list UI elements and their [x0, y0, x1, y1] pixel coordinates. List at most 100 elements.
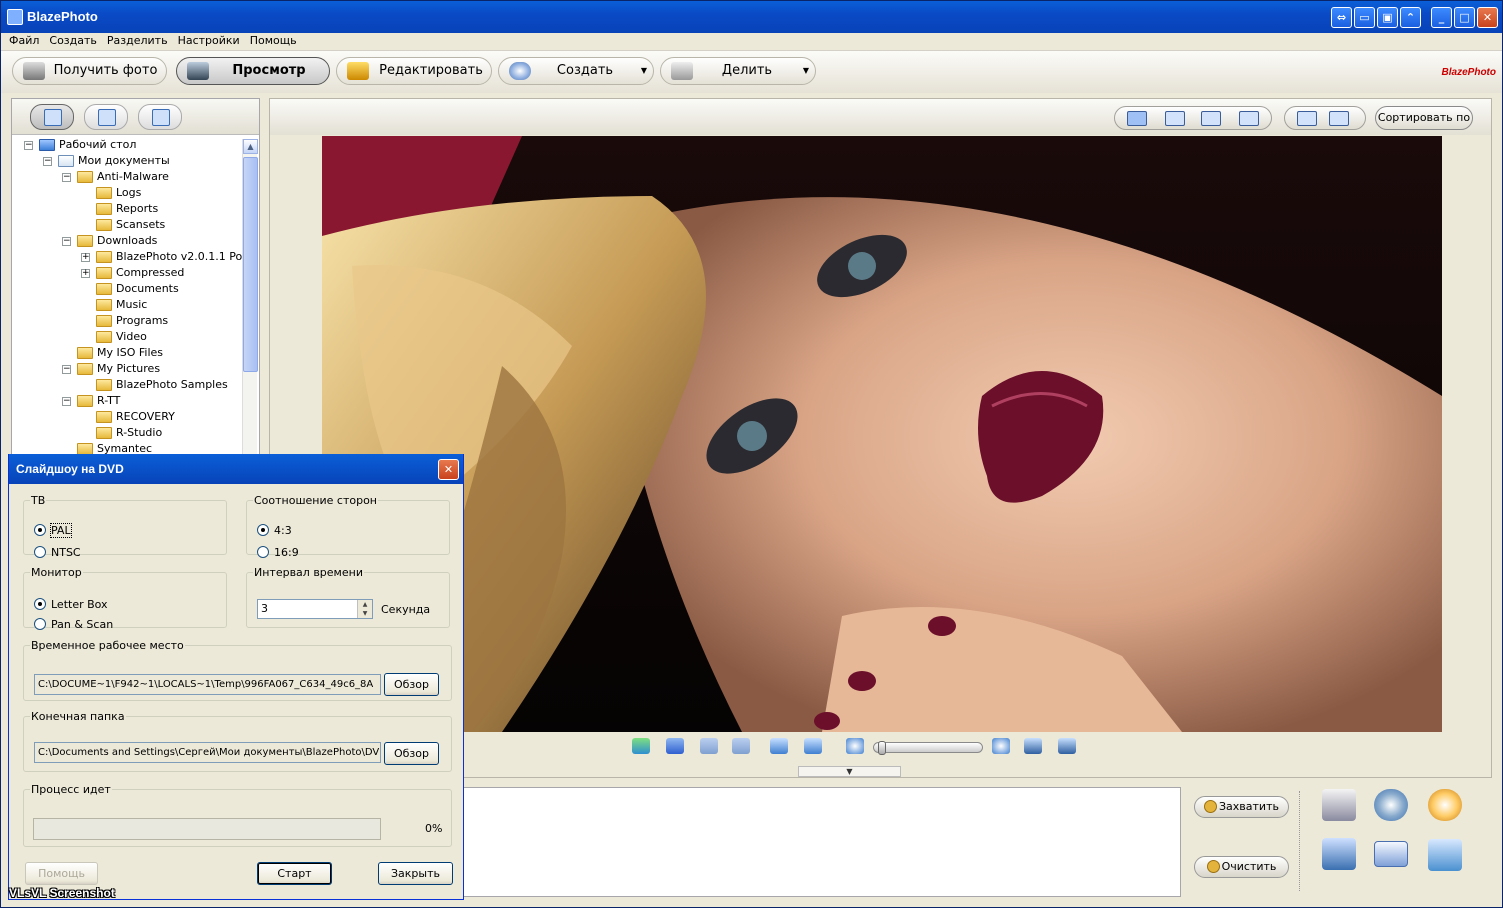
- create-dropdown-icon[interactable]: ▼: [641, 58, 647, 84]
- scroll-up-icon[interactable]: ▲: [243, 139, 258, 154]
- menu-share[interactable]: Разделить: [102, 33, 173, 49]
- folder-icon: [96, 187, 112, 199]
- portrait-image: [322, 136, 1442, 732]
- tray-separator: [1299, 791, 1300, 891]
- disc-icon: [509, 62, 531, 80]
- help-button[interactable]: Помощь: [25, 862, 98, 885]
- menu-file[interactable]: Файл: [1, 33, 44, 49]
- interval-unit-label: Секунда: [381, 603, 431, 616]
- temp-workspace-group: Временное рабочее место C:\DOCUME~1\F942…: [23, 639, 452, 701]
- email-icon[interactable]: [1374, 841, 1408, 867]
- share-button[interactable]: Делить ▼: [660, 57, 816, 85]
- tray-toggle[interactable]: ▼: [798, 766, 901, 777]
- previous-image-icon[interactable]: [666, 738, 684, 754]
- share-dropdown-icon[interactable]: ▼: [803, 58, 809, 84]
- create-button[interactable]: Создать ▼: [498, 57, 654, 85]
- print-icon[interactable]: [1322, 789, 1356, 821]
- interval-spinner[interactable]: 3 ▲ ▼: [257, 599, 373, 619]
- start-button[interactable]: Старт: [257, 862, 332, 885]
- folder-icon: [96, 267, 112, 279]
- tree-item-label: Рабочий стол: [59, 138, 137, 151]
- burn-dvd-icon[interactable]: [1428, 789, 1462, 821]
- slideshow-icon[interactable]: [1329, 111, 1349, 126]
- small-thumbnails-icon[interactable]: [1201, 111, 1221, 126]
- zoom-out-icon[interactable]: [846, 738, 864, 754]
- monitor-group: Монитор Letter Box Pan & Scan: [23, 566, 227, 631]
- first-image-icon[interactable]: [632, 738, 650, 754]
- interval-group: Интервал времени 3 ▲ ▼ Секунда: [246, 566, 450, 628]
- next-image-icon[interactable]: [700, 738, 718, 754]
- thumbnails-view-icon[interactable]: [1165, 111, 1185, 126]
- tab-calendar[interactable]: [84, 104, 128, 130]
- tab-favorites[interactable]: [138, 104, 182, 130]
- folder-icon: [58, 155, 74, 167]
- tree-scrollbar[interactable]: ▲: [242, 139, 258, 467]
- zoom-in-icon[interactable]: [992, 738, 1010, 754]
- maximize-button[interactable]: □: [1454, 7, 1475, 28]
- close-button[interactable]: ✕: [1477, 7, 1498, 28]
- menu-help[interactable]: Помощь: [245, 33, 302, 49]
- rotate-left-icon[interactable]: [770, 738, 788, 754]
- capture-button[interactable]: Захватить: [1194, 796, 1289, 818]
- tree-item-label: BlazePhoto v2.0.1.1 Port: [116, 250, 242, 263]
- expand-icon[interactable]: +: [81, 253, 90, 262]
- export-icon[interactable]: [1428, 839, 1462, 871]
- tree-item-label: RECOVERY: [116, 410, 175, 423]
- edit-button[interactable]: Редактировать: [336, 57, 492, 85]
- view-button[interactable]: Просмотр: [176, 57, 330, 85]
- folders-icon: [44, 109, 62, 126]
- zoom-slider-thumb[interactable]: [878, 741, 886, 755]
- fit-window-icon[interactable]: [1024, 738, 1042, 754]
- spinner-arrows-icon[interactable]: ▲ ▼: [357, 600, 372, 618]
- rotate-right-icon[interactable]: [804, 738, 822, 754]
- navigation-bar: [620, 736, 1080, 758]
- collapse-icon[interactable]: −: [43, 157, 52, 166]
- menu-create[interactable]: Создать: [44, 33, 102, 49]
- folder-icon: [96, 283, 112, 295]
- collapse-icon[interactable]: −: [62, 397, 71, 406]
- zoom-slider[interactable]: [873, 741, 983, 755]
- fullscreen-icon[interactable]: ▣: [1377, 7, 1398, 28]
- minimize-button[interactable]: _: [1431, 7, 1452, 28]
- collapse-icon[interactable]: −: [62, 237, 71, 246]
- folder-pane-tabs: [12, 99, 259, 135]
- brush-icon: [347, 62, 369, 80]
- capture-icon: [1204, 800, 1217, 813]
- tab-folders[interactable]: [30, 104, 74, 130]
- compact-mode-icon[interactable]: ⇔: [1331, 7, 1352, 28]
- dialog-close-icon[interactable]: ✕: [438, 459, 459, 480]
- camera-icon: [23, 62, 45, 80]
- last-image-icon[interactable]: [732, 738, 750, 754]
- tree-item-label: Compressed: [116, 266, 185, 279]
- main-toolbar: Получить фото Просмотр Редактировать Соз…: [1, 51, 1502, 93]
- scroll-thumb[interactable]: [243, 157, 258, 372]
- filmstrip-view-icon[interactable]: [1239, 111, 1259, 126]
- temp-browse-button[interactable]: Обзор: [384, 673, 439, 696]
- actual-size-icon[interactable]: [1058, 738, 1076, 754]
- fit-screen-icon[interactable]: [1297, 111, 1317, 126]
- clear-icon: [1206, 860, 1220, 873]
- destination-browse-button[interactable]: Обзор: [384, 742, 439, 765]
- progress-percent: 0%: [425, 822, 443, 835]
- folder-icon: [96, 299, 112, 311]
- window-title: BlazePhoto: [27, 9, 98, 24]
- collapse-icon[interactable]: −: [24, 141, 33, 150]
- sort-button[interactable]: Сортировать по: [1375, 106, 1473, 130]
- close-dialog-button[interactable]: Закрыть: [378, 862, 453, 885]
- get-photo-button[interactable]: Получить фото: [12, 57, 167, 85]
- burn-cd-icon[interactable]: [1374, 789, 1408, 821]
- web-gallery-icon[interactable]: [1322, 838, 1356, 870]
- collapse-icon[interactable]: −: [62, 173, 71, 182]
- temp-path-field[interactable]: C:\DOCUME~1\F942~1\LOCALS~1\Temp\996FA06…: [34, 674, 381, 695]
- favorites-icon: [152, 109, 170, 126]
- expand-icon[interactable]: +: [81, 269, 90, 278]
- menu-settings[interactable]: Настройки: [173, 33, 245, 49]
- ontop-icon[interactable]: ⌃: [1400, 7, 1421, 28]
- clear-button[interactable]: Очистить: [1194, 856, 1289, 878]
- single-view-icon[interactable]: [1127, 111, 1147, 126]
- destination-group: Конечная папка C:\Documents and Settings…: [23, 710, 452, 772]
- destination-path-field[interactable]: C:\Documents and Settings\Сергей\Мои док…: [34, 742, 381, 763]
- skin-icon[interactable]: ▭: [1354, 7, 1375, 28]
- collapse-icon[interactable]: −: [62, 365, 71, 374]
- folder-icon: [77, 347, 93, 359]
